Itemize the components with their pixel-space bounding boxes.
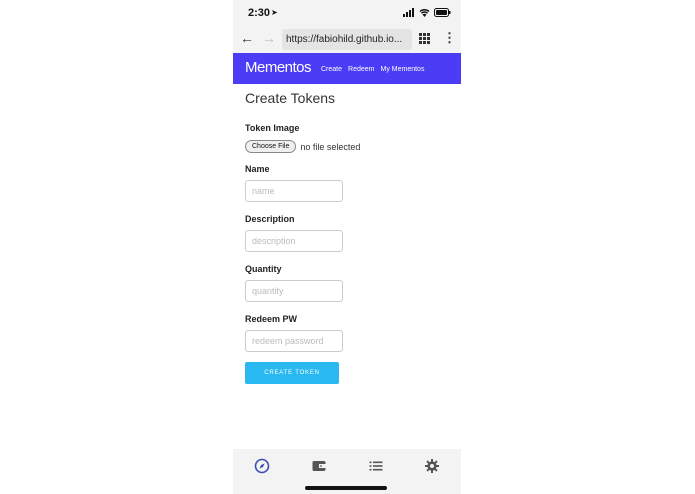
- back-arrow-icon[interactable]: ←: [240, 30, 254, 46]
- name-label: Name: [245, 164, 270, 174]
- token-image-label: Token Image: [245, 123, 300, 133]
- wifi-icon: [419, 9, 430, 17]
- signal-icon: [403, 8, 414, 17]
- url-bar[interactable]: https://fabiohild.github.io...: [282, 29, 412, 50]
- quantity-label: Quantity: [245, 264, 282, 274]
- file-status-text: no file selected: [300, 141, 361, 152]
- app-navbar: Mementos Create Redeem My Mementos: [233, 53, 461, 84]
- status-icons: [403, 8, 451, 17]
- create-tokens-form: Create Tokens Token Image Choose File no…: [245, 90, 450, 384]
- redeem-password-field[interactable]: [245, 330, 343, 352]
- grid-icon[interactable]: [419, 33, 430, 44]
- file-input-row: Choose File no file selected: [245, 140, 360, 153]
- brand-logo[interactable]: Mementos: [245, 59, 312, 76]
- nav-link-create[interactable]: Create: [321, 66, 342, 73]
- create-token-button[interactable]: CREATE TOKEN: [245, 362, 339, 384]
- nav-links: Create Redeem My Mementos: [321, 66, 424, 73]
- description-field[interactable]: [245, 230, 343, 252]
- name-field[interactable]: [245, 180, 343, 202]
- list-icon[interactable]: [368, 458, 384, 474]
- page-title: Create Tokens: [245, 90, 336, 106]
- phone-screen: 2:30 ➤ ← → https://fabiohild.github.io..…: [233, 0, 461, 494]
- home-indicator[interactable]: [305, 486, 387, 490]
- description-label: Description: [245, 214, 295, 224]
- wallet-icon[interactable]: [311, 458, 327, 474]
- choose-file-button[interactable]: Choose File: [245, 140, 297, 153]
- quantity-field[interactable]: [245, 280, 343, 302]
- compass-icon[interactable]: [254, 458, 270, 474]
- nav-link-redeem[interactable]: Redeem: [348, 66, 374, 73]
- nav-link-my-mementos[interactable]: My Mementos: [380, 66, 424, 73]
- battery-icon: [434, 8, 451, 17]
- more-vertical-icon[interactable]: ⋮: [443, 31, 456, 45]
- status-time: 2:30: [248, 7, 271, 19]
- gear-icon[interactable]: [424, 458, 440, 474]
- forward-arrow-icon[interactable]: →: [262, 30, 276, 46]
- browser-toolbar: ← → https://fabiohild.github.io... ⋮: [233, 26, 461, 53]
- location-arrow-icon: ➤: [271, 8, 278, 17]
- status-bar: 2:30 ➤: [233, 0, 461, 26]
- redeem-pw-label: Redeem PW: [245, 314, 298, 324]
